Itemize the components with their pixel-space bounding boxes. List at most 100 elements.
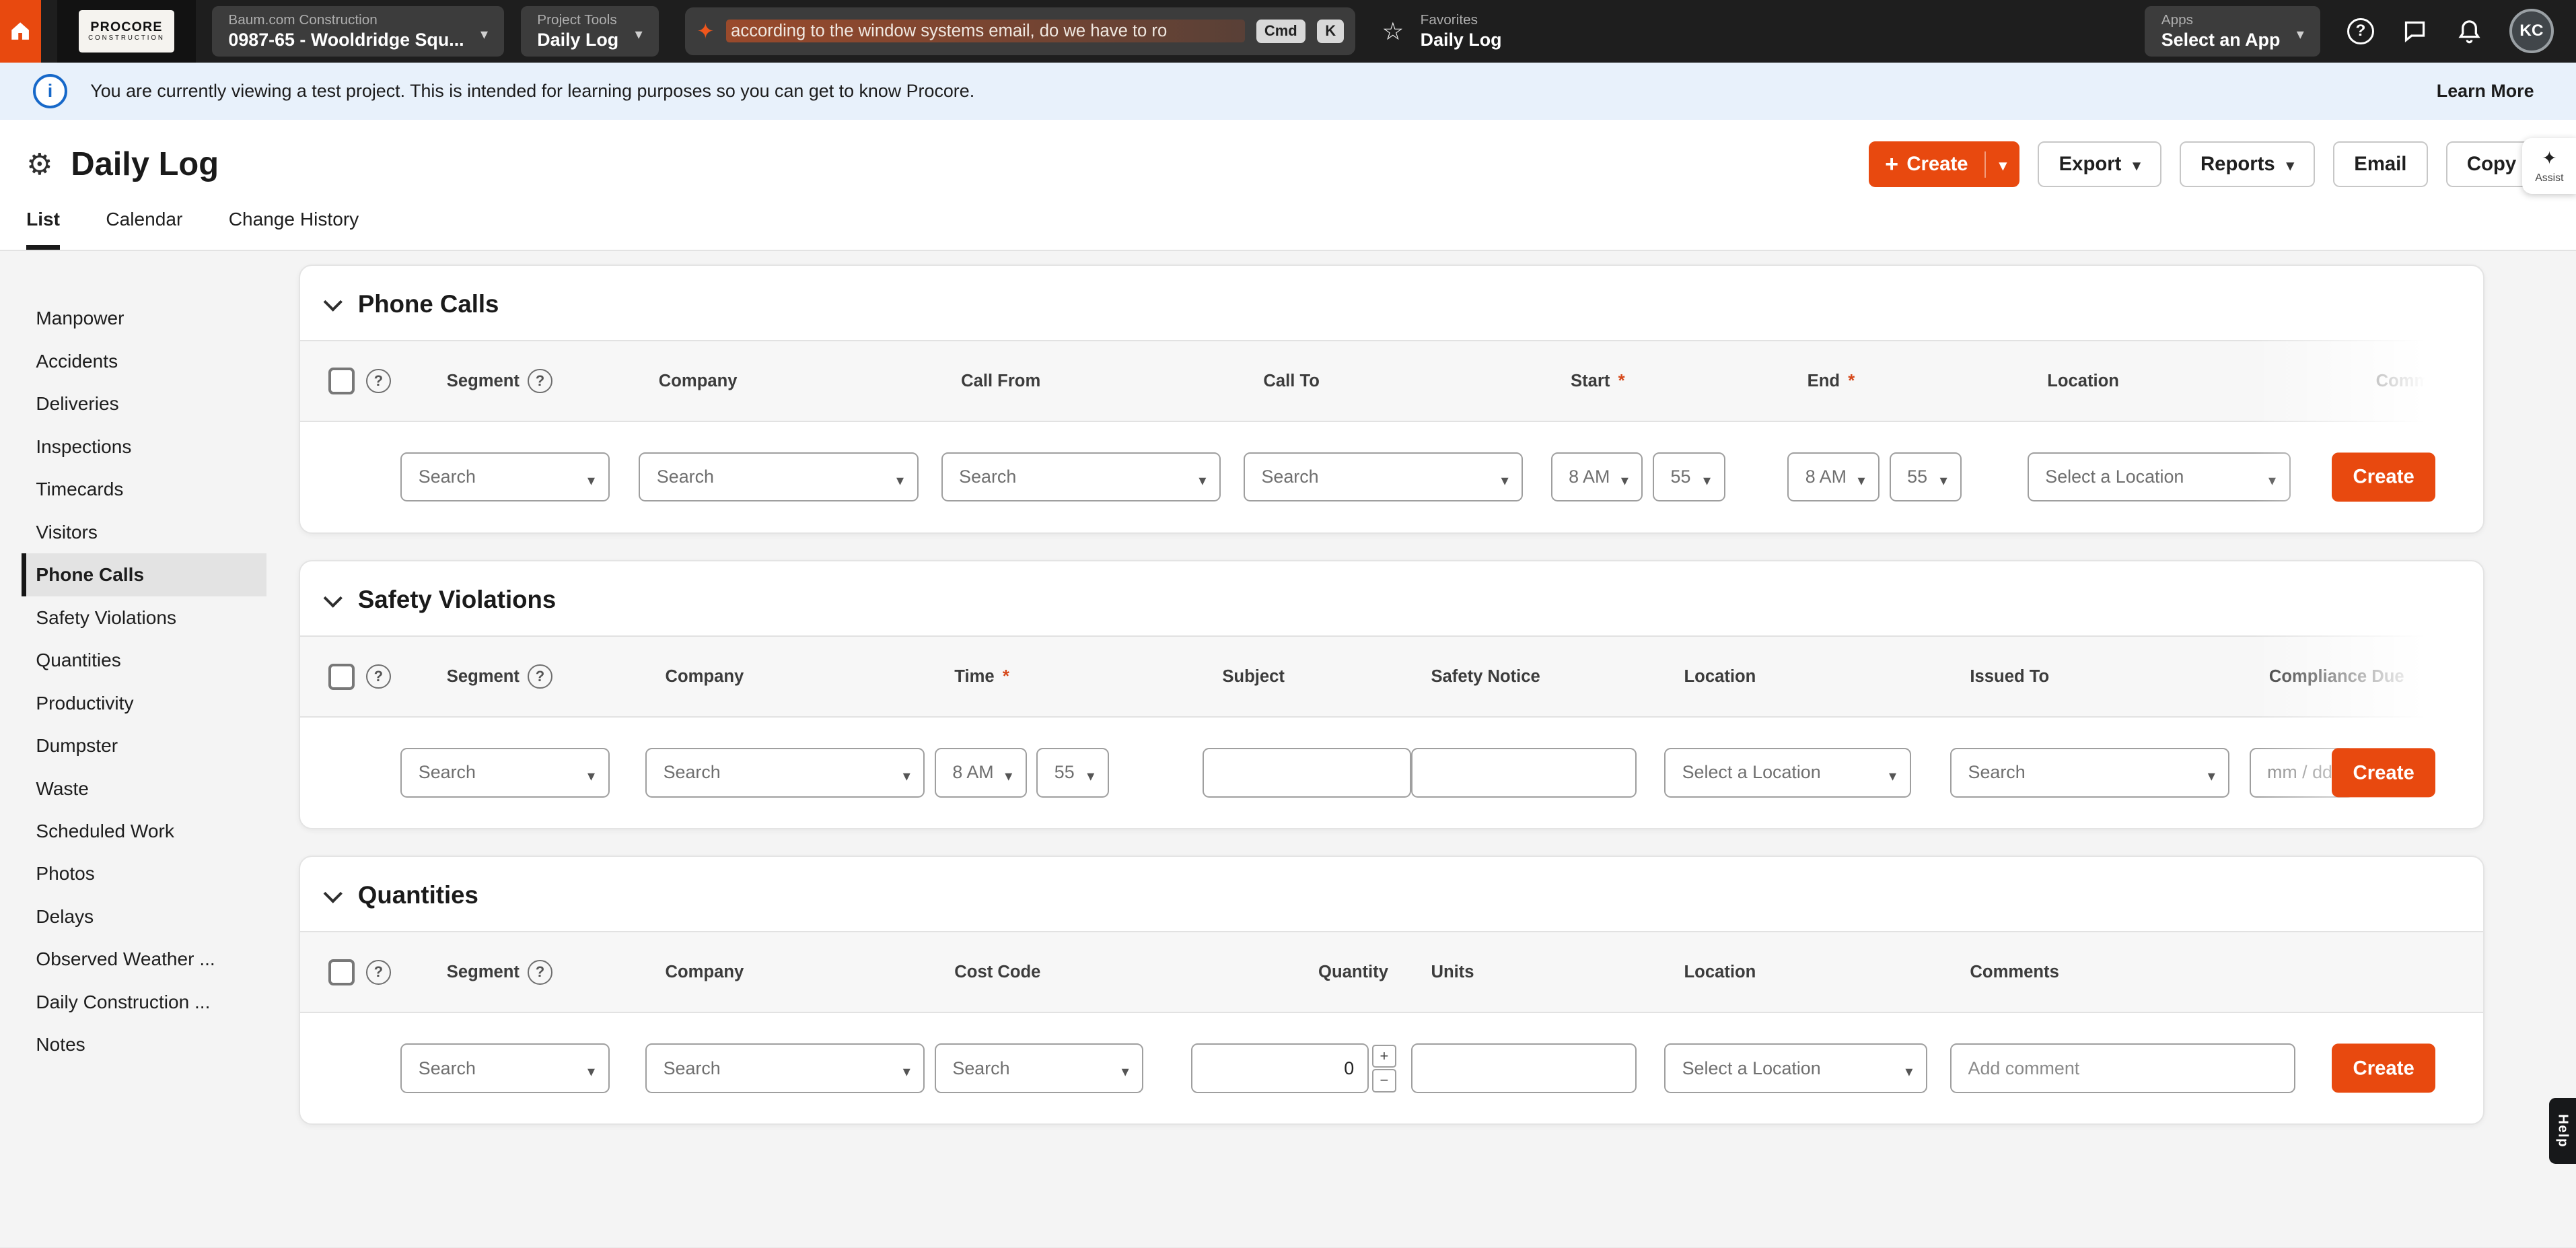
quantity-input[interactable] [1191, 1043, 1369, 1093]
tab-list[interactable]: List [26, 209, 60, 250]
location-select[interactable]: Select a Location [1664, 1043, 1927, 1093]
sidebar-item-daily-construction[interactable]: Daily Construction ... [22, 981, 266, 1023]
company-select[interactable]: Search [639, 452, 918, 501]
subject-input[interactable] [1203, 748, 1411, 797]
location-select[interactable]: Select a Location [2028, 452, 2291, 501]
sidebar-item-phone-calls[interactable]: Phone Calls [22, 553, 266, 596]
quantity-increment-button[interactable]: + [1372, 1045, 1397, 1068]
select-all-checkbox[interactable] [328, 959, 355, 985]
call-from-select[interactable]: Search [941, 452, 1221, 501]
help-icon[interactable] [366, 369, 391, 394]
select-all-checkbox[interactable] [328, 664, 355, 690]
comment-input[interactable] [1950, 1043, 2295, 1093]
collapse-chevron-icon[interactable] [324, 588, 343, 607]
tab-calendar[interactable]: Calendar [106, 209, 182, 250]
sidebar-item-notes[interactable]: Notes [22, 1024, 266, 1066]
email-button[interactable]: Email [2333, 141, 2428, 187]
sidebar-item-accidents[interactable]: Accidents [22, 340, 266, 382]
tab-change-history[interactable]: Change History [229, 209, 359, 250]
end-hour-select[interactable]: 8 AM [1787, 452, 1880, 501]
info-icon: i [33, 74, 67, 108]
help-tab[interactable]: Help [2549, 1098, 2576, 1164]
notifications-button[interactable] [2455, 18, 2483, 46]
create-button[interactable]: Create [1869, 141, 2020, 187]
column-header: Location [1684, 963, 1756, 982]
favorites-picker[interactable]: Favorites Daily Log [1421, 11, 1502, 52]
chevron-down-icon [1501, 462, 1509, 492]
gear-icon[interactable]: ⚙ [26, 147, 52, 182]
assist-panel-button[interactable]: ✦ Assist [2522, 138, 2576, 194]
help-icon[interactable] [366, 960, 391, 985]
chevron-down-icon[interactable] [1986, 153, 2019, 176]
tool-picker[interactable]: Project Tools Daily Log [521, 6, 659, 57]
time-hour-select[interactable]: 8 AM [935, 748, 1027, 797]
sidebar-item-delays[interactable]: Delays [22, 895, 266, 938]
create-safety-violation-button[interactable]: Create [2332, 748, 2436, 797]
feedback-button[interactable] [2401, 18, 2429, 46]
chevron-down-icon [480, 16, 488, 46]
issued-to-select[interactable]: Search [1950, 748, 2229, 797]
k-key-hint: K [1317, 20, 1344, 44]
create-quantity-button[interactable]: Create [2332, 1043, 2436, 1093]
learn-more-link[interactable]: Learn More [2437, 81, 2534, 102]
procore-logo[interactable]: PROCORE CONSTRUCTION [57, 0, 195, 63]
copy-button-label: Copy [2467, 153, 2516, 176]
end-minute-select[interactable]: 55 [1890, 452, 1962, 501]
user-avatar[interactable]: KC [2509, 9, 2554, 53]
cost-code-select[interactable]: Search [935, 1043, 1143, 1093]
column-header: Start [1571, 372, 1610, 391]
sidebar-item-observed-weather[interactable]: Observed Weather ... [22, 938, 266, 981]
sidebar-item-photos[interactable]: Photos [22, 853, 266, 895]
segment-select[interactable]: Search [400, 452, 609, 501]
column-header: Location [1684, 667, 1756, 687]
sidebar-item-manpower[interactable]: Manpower [22, 297, 266, 339]
export-button[interactable]: Export [2038, 141, 2161, 187]
favorite-star-icon[interactable]: ☆ [1382, 17, 1404, 46]
select-all-checkbox[interactable] [328, 368, 355, 394]
help-icon[interactable] [528, 664, 552, 689]
chevron-down-icon [903, 1053, 910, 1083]
start-minute-select[interactable]: 55 [1653, 452, 1725, 501]
segment-select[interactable]: Search [400, 1043, 609, 1093]
sidebar-item-timecards[interactable]: Timecards [22, 468, 266, 510]
company-select[interactable]: Search [645, 1043, 925, 1093]
call-to-select[interactable]: Search [1244, 452, 1523, 501]
project-picker-label: Baum.com Construction [228, 11, 464, 29]
help-button[interactable]: ? [2347, 18, 2375, 46]
apps-label: Apps [2161, 11, 2281, 29]
project-picker[interactable]: Baum.com Construction 0987-65 - Wooldrid… [212, 6, 504, 57]
company-select[interactable]: Search [645, 748, 925, 797]
column-header: Cost Code [954, 963, 1040, 982]
location-select[interactable]: Select a Location [1664, 748, 1910, 797]
sidebar-item-dumpster[interactable]: Dumpster [22, 724, 266, 767]
global-search-bar[interactable]: ✦ according to the window systems email,… [685, 7, 1355, 55]
reports-button[interactable]: Reports [2180, 141, 2315, 187]
units-input[interactable] [1411, 1043, 1637, 1093]
safety-notice-input[interactable] [1411, 748, 1637, 797]
sidebar-item-waste[interactable]: Waste [22, 767, 266, 810]
chevron-down-icon [1621, 462, 1629, 492]
sidebar-item-quantities[interactable]: Quantities [22, 639, 266, 681]
favorites-value: Daily Log [1421, 29, 1502, 52]
apps-picker[interactable]: Apps Select an App [2145, 6, 2320, 57]
sidebar-item-visitors[interactable]: Visitors [22, 511, 266, 553]
segment-select[interactable]: Search [400, 748, 609, 797]
sidebar-item-inspections[interactable]: Inspections [22, 425, 266, 468]
sidebar-item-productivity[interactable]: Productivity [22, 682, 266, 724]
help-icon[interactable] [528, 960, 552, 985]
quantity-decrement-button[interactable]: − [1372, 1069, 1397, 1092]
column-header: Segment [447, 963, 520, 982]
time-minute-select[interactable]: 55 [1036, 748, 1108, 797]
sidebar-item-scheduled-work[interactable]: Scheduled Work [22, 810, 266, 852]
sidebar-item-deliveries[interactable]: Deliveries [22, 382, 266, 425]
sidebar-item-safety-violations[interactable]: Safety Violations [22, 596, 266, 639]
column-header: Time [954, 667, 994, 687]
email-button-label: Email [2354, 153, 2406, 176]
help-icon[interactable] [528, 369, 552, 394]
collapse-chevron-icon[interactable] [324, 884, 343, 903]
start-hour-select[interactable]: 8 AM [1551, 452, 1643, 501]
collapse-chevron-icon[interactable] [324, 293, 343, 312]
create-phone-call-button[interactable]: Create [2332, 452, 2436, 501]
home-button[interactable] [0, 0, 41, 63]
help-icon[interactable] [366, 664, 391, 689]
